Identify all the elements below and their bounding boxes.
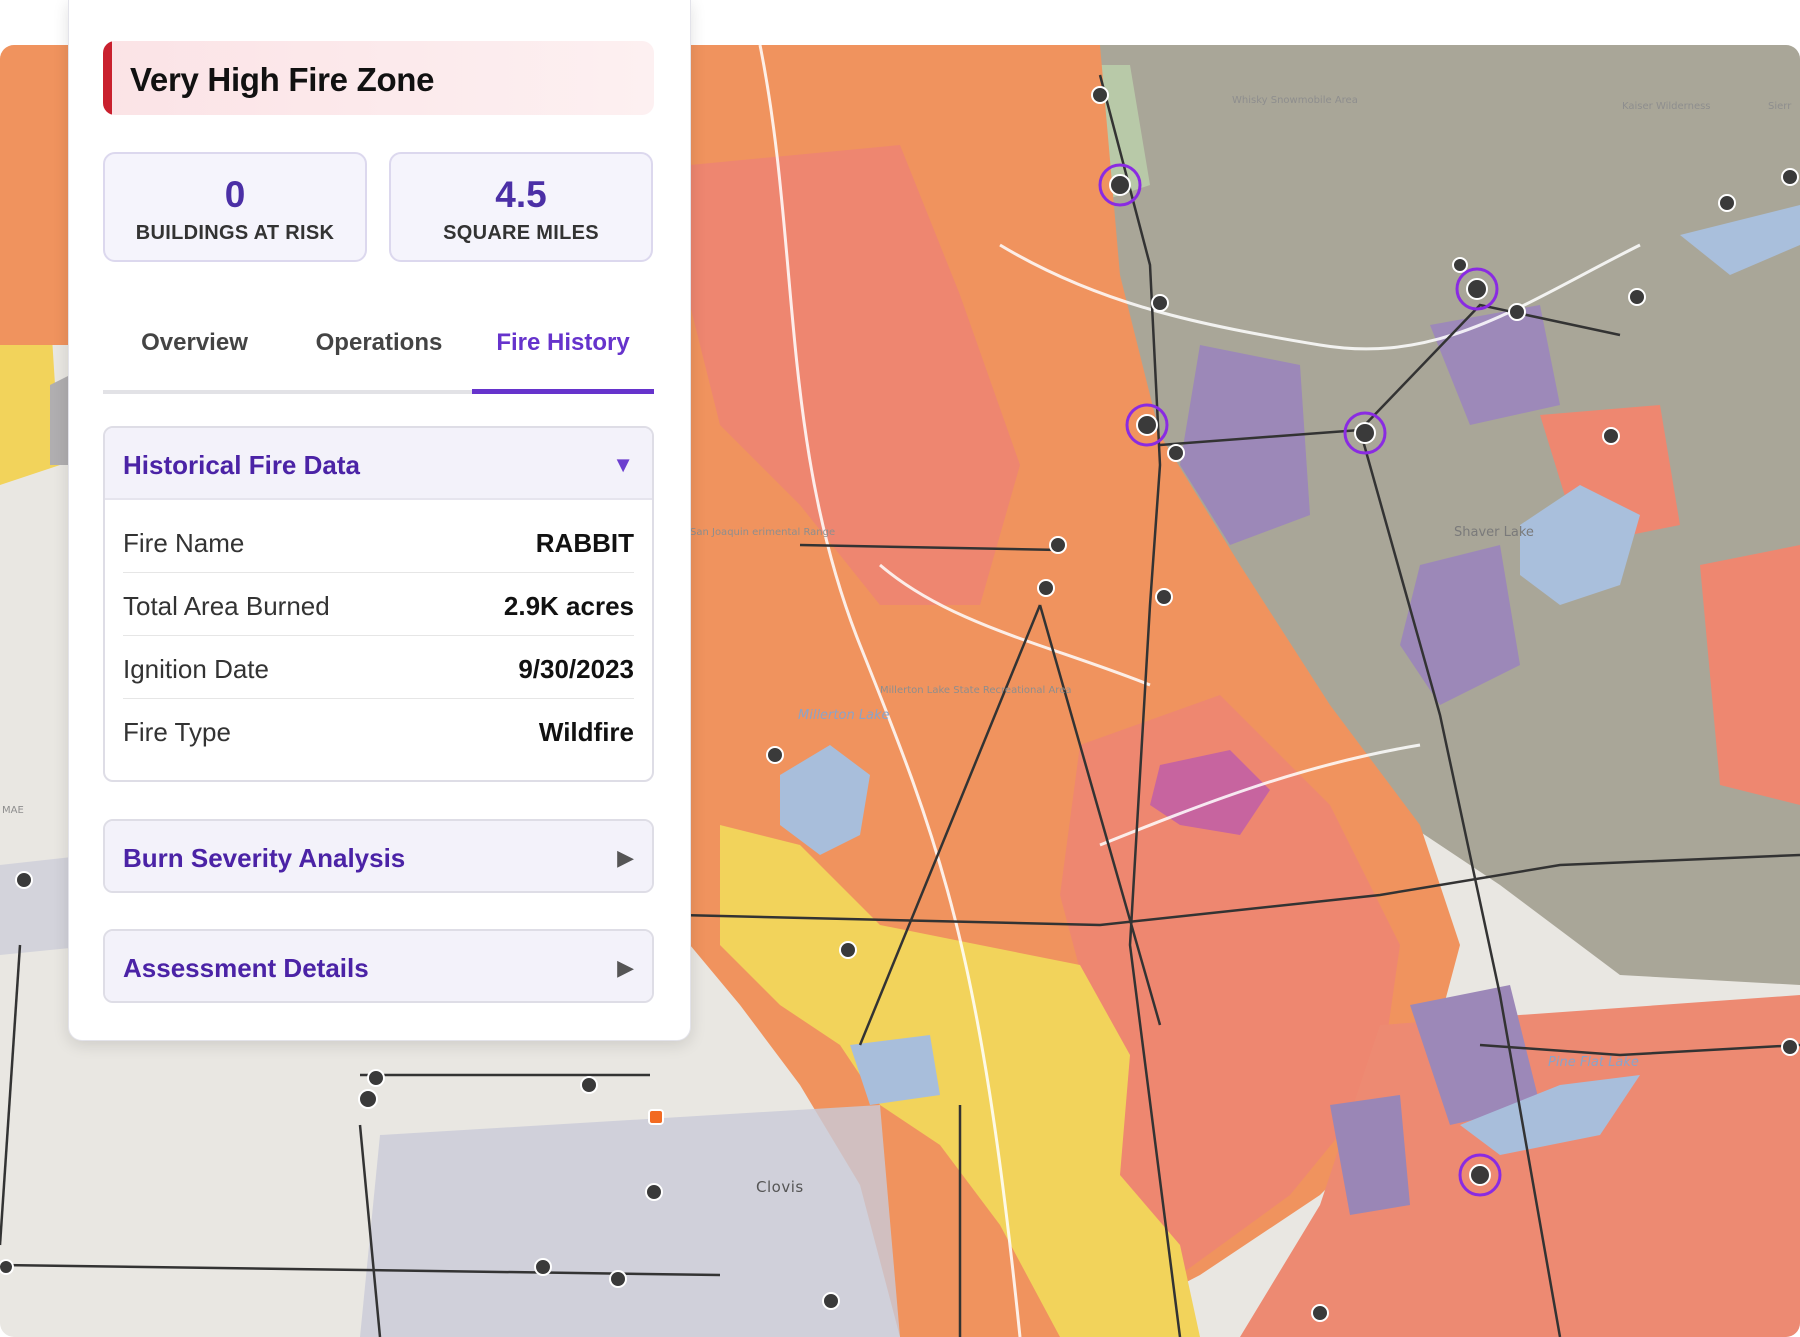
data-row-fire-type: Fire Type Wildfire <box>123 699 634 761</box>
burn-severity-section[interactable]: Burn Severity Analysis ▶ <box>103 819 654 893</box>
caret-right-icon: ▶ <box>617 845 634 870</box>
map-label-shaver-lake: Shaver Lake <box>1454 525 1534 540</box>
transmission-tower-icon <box>1781 168 1799 186</box>
row-value: 2.9K acres <box>503 591 634 621</box>
transmission-tower-icon <box>1469 1164 1491 1186</box>
data-row-total-area: Total Area Burned 2.9K acres <box>123 573 634 636</box>
assessment-details-header[interactable]: Assessment Details ▶ <box>105 931 652 1001</box>
row-key: Total Area Burned <box>123 591 330 621</box>
grey-area-left <box>50 375 70 465</box>
zone-severity-bar <box>103 41 112 115</box>
transmission-tower-icon <box>1049 536 1067 554</box>
transmission-tower-icon <box>1354 422 1376 444</box>
transmission-tower-icon <box>1091 86 1109 104</box>
stat-label: SQUARE MILES <box>443 222 599 244</box>
transmission-tower-icon <box>15 871 33 889</box>
map-label-kaiser: Kaiser Wilderness <box>1622 101 1711 112</box>
map-label-whisky: Whisky Snowmobile Area <box>1232 95 1358 106</box>
map-label-millerton-sra: Millerton Lake State Recreational Area <box>880 685 1072 696</box>
transmission-tower-icon <box>645 1183 663 1201</box>
stat-value: 4.5 <box>495 174 547 215</box>
row-key: Fire Name <box>123 528 245 558</box>
row-key: Ignition Date <box>123 654 269 684</box>
transmission-tower-icon <box>1628 288 1646 306</box>
transmission-tower-icon <box>822 1292 840 1310</box>
fire-zone-banner: Very High Fire Zone <box>103 41 654 115</box>
transmission-tower-icon <box>1602 427 1620 445</box>
burn-severity-header[interactable]: Burn Severity Analysis ▶ <box>105 821 652 891</box>
zone-details-panel: Very High Fire Zone 0 BUILDINGS AT RISK … <box>68 0 691 1041</box>
transmission-tower-icon <box>1151 294 1169 312</box>
stat-label: BUILDINGS AT RISK <box>135 222 335 244</box>
transmission-tower-icon <box>367 1069 385 1087</box>
transmission-tower-icon <box>580 1076 598 1094</box>
assessment-details-section[interactable]: Assessment Details ▶ <box>103 929 654 1003</box>
map-label-sierra: Sierr <box>1768 101 1792 112</box>
transmission-tower-icon <box>1452 257 1468 273</box>
historical-fire-data-header[interactable]: Historical Fire Data ▼ <box>105 428 652 500</box>
zone-title: Very High Fire Zone <box>130 61 435 98</box>
transmission-tower-icon <box>839 941 857 959</box>
caret-right-icon: ▶ <box>617 955 634 980</box>
historical-fire-data-section: Historical Fire Data ▼ Fire Name RABBIT … <box>103 426 654 782</box>
row-value: RABBIT <box>535 528 634 558</box>
caret-down-icon: ▼ <box>612 452 634 477</box>
fire-zone-left-strip <box>0 45 70 345</box>
transmission-tower-icon <box>1781 1038 1799 1056</box>
transmission-tower-icon <box>1136 414 1158 436</box>
transmission-tower-icon <box>1508 303 1526 321</box>
transmission-tower-icon <box>1311 1304 1329 1322</box>
transmission-tower-icon <box>1109 174 1131 196</box>
transmission-tower-icon <box>0 1259 14 1275</box>
row-value: Wildfire <box>538 717 634 747</box>
row-value: 9/30/2023 <box>518 654 634 684</box>
transmission-tower-icon <box>1155 588 1173 606</box>
data-row-ignition-date: Ignition Date 9/30/2023 <box>123 636 634 699</box>
transmission-tower-icon <box>766 746 784 764</box>
transmission-tower-icon <box>1466 278 1488 300</box>
tab-fire-history[interactable]: Fire History <box>472 322 654 394</box>
map-label-pine-flat: Pine Flat Lake <box>1548 1055 1639 1070</box>
stat-card-buildings: 0 BUILDINGS AT RISK <box>103 152 367 262</box>
map-label-clovis: Clovis <box>756 1178 804 1196</box>
map-label-mae: MAE <box>2 805 24 816</box>
transmission-tower-icon <box>1037 579 1055 597</box>
panel-tabs: Overview Operations Fire History <box>103 322 654 394</box>
urban-area-clovis <box>360 1105 900 1337</box>
tab-overview[interactable]: Overview <box>103 322 286 390</box>
transmission-tower-icon <box>358 1089 378 1109</box>
map-label-millerton-lake: Millerton Lake <box>798 708 890 723</box>
map-label-san-joaquin: San Joaquin erimental Range <box>690 527 836 538</box>
transmission-tower-icon <box>534 1258 552 1276</box>
transmission-tower-icon <box>1167 444 1185 462</box>
fire-station-icon[interactable] <box>648 1109 664 1125</box>
row-key: Fire Type <box>123 717 231 747</box>
section-title: Burn Severity Analysis <box>123 843 406 873</box>
section-title: Assessment Details <box>123 953 369 983</box>
transmission-tower-icon <box>609 1270 627 1288</box>
tab-operations[interactable]: Operations <box>286 322 472 390</box>
stat-value: 0 <box>224 174 246 215</box>
section-title: Historical Fire Data <box>123 450 360 480</box>
stat-card-area: 4.5 SQUARE MILES <box>389 152 653 262</box>
transmission-tower-icon <box>1718 194 1736 212</box>
data-row-fire-name: Fire Name RABBIT <box>123 510 634 573</box>
